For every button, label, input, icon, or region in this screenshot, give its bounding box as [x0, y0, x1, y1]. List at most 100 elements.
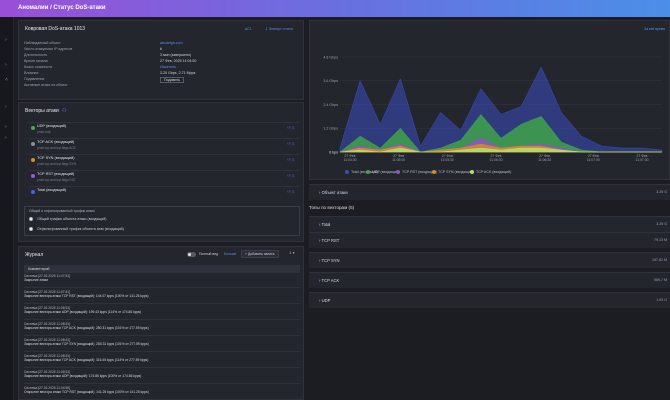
vector-top-row[interactable]: › UDP 1.93 G: [309, 292, 670, 308]
vector-filter: proto tcp and tcp-flags ACK: [37, 146, 76, 150]
vector-name: TCP RST (входящий): [37, 172, 75, 176]
field-value: 27 Фев, 2025 11:04:50: [160, 59, 197, 63]
full-view-label: Полный вид: [199, 252, 219, 256]
option-total-traffic[interactable]: Общий трафик объекта атаки (входящий): [29, 217, 107, 222]
row-value: 1.93 G: [656, 298, 667, 302]
chevron-right-icon[interactable]: ›: [5, 104, 7, 110]
legend-item[interactable]: TCP ACK (входящий): [470, 170, 512, 175]
export-report-link[interactable]: ⇩ Экспорт отчета: [265, 27, 293, 31]
field-value: 3.25 Gbps, 2.71 Mpps: [160, 71, 196, 75]
field-value[interactable]: abcdefgh.com: [160, 41, 183, 45]
vector-actions-icon[interactable]: ⚇ ⇩: [287, 141, 295, 146]
field-label: Активные атаки на объект: [24, 83, 68, 87]
row-label: › TCP RST: [319, 238, 339, 243]
vector-filter: proto tcp and tcp-flags RST: [37, 178, 76, 182]
row-value: 3.25 G: [656, 190, 667, 194]
legend-item[interactable]: TCP SYN (входящий): [432, 170, 474, 175]
entry-text: Закрытие вектора атаки TCP ACK (входящий…: [24, 358, 149, 362]
vector-top-row[interactable]: Топы по векторам (5): [309, 200, 670, 216]
option-label: Общий трафик объекта атаки (входящий): [37, 217, 107, 221]
field-value[interactable]: Изменить: [160, 65, 176, 69]
field-value: 6: [160, 47, 162, 51]
more-link[interactable]: Больше: [224, 252, 236, 256]
vectors-title: Векторы атаки: [25, 108, 59, 114]
field-label: Длительность: [24, 53, 48, 57]
row-value: 3.25 G: [656, 222, 667, 226]
entry-text: Закрытие вектора атаки UDP (входящий): 1…: [24, 310, 142, 314]
entry-text: Закрытие вектора атаки TCP SYN (входящий…: [24, 342, 149, 346]
vector-color-dot: [31, 190, 35, 194]
row-value: 79.13 M: [654, 238, 667, 242]
row-label-text: TCP ACK: [321, 278, 340, 283]
vector-top-row[interactable]: › Объект атаки 3.25 G: [309, 184, 670, 200]
field-label: Подавление: [24, 77, 45, 81]
entry-text: Открытие вектора атаки TCP RST (входящий…: [24, 390, 149, 394]
row-value: 197.81 M: [652, 258, 667, 262]
row-label: Топы по векторам (5): [309, 205, 354, 210]
vector-name: Total (входящий): [37, 188, 67, 192]
vector-top-row[interactable]: › TCP RST 79.13 M: [309, 232, 670, 248]
attack-title: Ковровая DoS-атака 1013: [25, 26, 86, 32]
vector-color-dot: [31, 142, 35, 146]
chevron-right-icon[interactable]: ›: [5, 37, 7, 43]
vector-top-row[interactable]: › TCP SYN 197.81 M: [309, 252, 670, 268]
journal-entry: Система [27.02.2025 11:06:51] Закрытие ве…: [24, 352, 300, 368]
comment-column: Комментарий: [28, 267, 50, 271]
legend-swatch: [366, 170, 370, 175]
vector-actions-icon[interactable]: ⚇ ⇩: [287, 189, 295, 194]
vector-row[interactable]: Total (входящий) ⚇ ⇩: [29, 186, 299, 200]
legend-swatch: [345, 170, 349, 175]
vector-actions-icon[interactable]: ⚇ ⇩: [287, 157, 295, 162]
journal-entry: Система [27.02.2025 11:06:51] Закрытие ве…: [24, 320, 300, 336]
chart-panel: За всё время: [309, 20, 670, 180]
export-report-label: Экспорт отчета: [268, 27, 293, 31]
vector-filter: proto udp: [37, 130, 51, 134]
legend-swatch: [396, 170, 400, 175]
acl-link[interactable]: ACL: [245, 27, 252, 31]
field-label: Влияние: [24, 71, 39, 75]
vector-top-row[interactable]: › Total 3.25 G: [309, 216, 670, 232]
vector-color-dot: [31, 174, 35, 178]
legend-label: TCP SYN (входящий): [438, 170, 474, 174]
field-value: 3 мин (завершено): [160, 53, 192, 57]
field-label: Наблюдаемый объект: [24, 41, 61, 45]
vector-row[interactable]: TCP RST (входящий) proto tcp and tcp-flag…: [29, 170, 299, 184]
row-label-text: TCP RST: [321, 238, 340, 243]
full-view-toggle[interactable]: [187, 252, 196, 257]
row-label: › UDP: [319, 298, 330, 303]
row-label-text: TCP SYN: [321, 258, 340, 263]
add-entry-button[interactable]: + Добавить запись: [241, 250, 279, 258]
row-label: › TCP ACK: [319, 278, 339, 283]
vector-actions-icon[interactable]: ⚇ ⇩: [287, 125, 295, 130]
journal-entry: Система [27.02.2025 11:04:50] Открытие ве…: [24, 384, 300, 400]
entry-text: Закрытие атаки: [24, 278, 48, 282]
page-title: Аномалии / Статус DoS-атаки: [18, 5, 106, 11]
field-label: Число атакуемых IP адресов: [24, 47, 73, 51]
vector-row[interactable]: TCP ACK (входящий) proto tcp and tcp-flag…: [29, 138, 299, 152]
download-icon[interactable]: ⇩ ▾: [289, 251, 295, 255]
legend-label: TCP ACK (входящий): [476, 170, 512, 174]
vector-row[interactable]: TCP SYN (входящий) proto tcp and tcp-flag…: [29, 154, 299, 168]
field-value: Подавить: [160, 77, 185, 83]
vector-top-row[interactable]: › TCP ACK 569.7 M: [309, 272, 670, 288]
journal-entry: Система [27.02.2025 11:07:51] Закрытие ат…: [24, 272, 300, 288]
chevron-up-icon[interactable]: ˄: [5, 77, 8, 83]
journal-entry: Система [27.02.2025 11:05:51] Закрытие ве…: [24, 368, 300, 384]
journal-entry: Система [27.02.2025 11:07:51] Закрытие ве…: [24, 288, 300, 304]
chevron-right-icon[interactable]: ›: [5, 124, 7, 130]
row-value: 569.7 M: [654, 278, 667, 282]
row-label-text: Объект атаки: [321, 190, 348, 195]
vector-color-dot: [31, 126, 35, 130]
entry-text: Закрытие вектора атаки TCP RST (входящий…: [24, 294, 149, 298]
all-time-link[interactable]: За всё время: [644, 27, 665, 31]
legend-item[interactable]: UDP (входящий): [366, 170, 400, 175]
page-header: Аномалии / Статус DoS-атаки: [0, 0, 670, 17]
chevron-right-icon[interactable]: ›: [5, 135, 7, 141]
row-label-text: Топы по векторам (5): [309, 205, 355, 210]
legend-swatch: [470, 170, 474, 175]
chevron-right-icon[interactable]: ›: [5, 62, 7, 68]
vector-actions-icon[interactable]: ⚇ ⇩: [287, 173, 295, 178]
vector-row[interactable]: UDP (входящий) proto udp ⚇ ⇩: [29, 122, 299, 136]
user-icon[interactable]: ⚇: [62, 108, 66, 114]
option-filtered-traffic[interactable]: Отфильтрованный трафик объекта атак (вхо…: [29, 227, 124, 232]
